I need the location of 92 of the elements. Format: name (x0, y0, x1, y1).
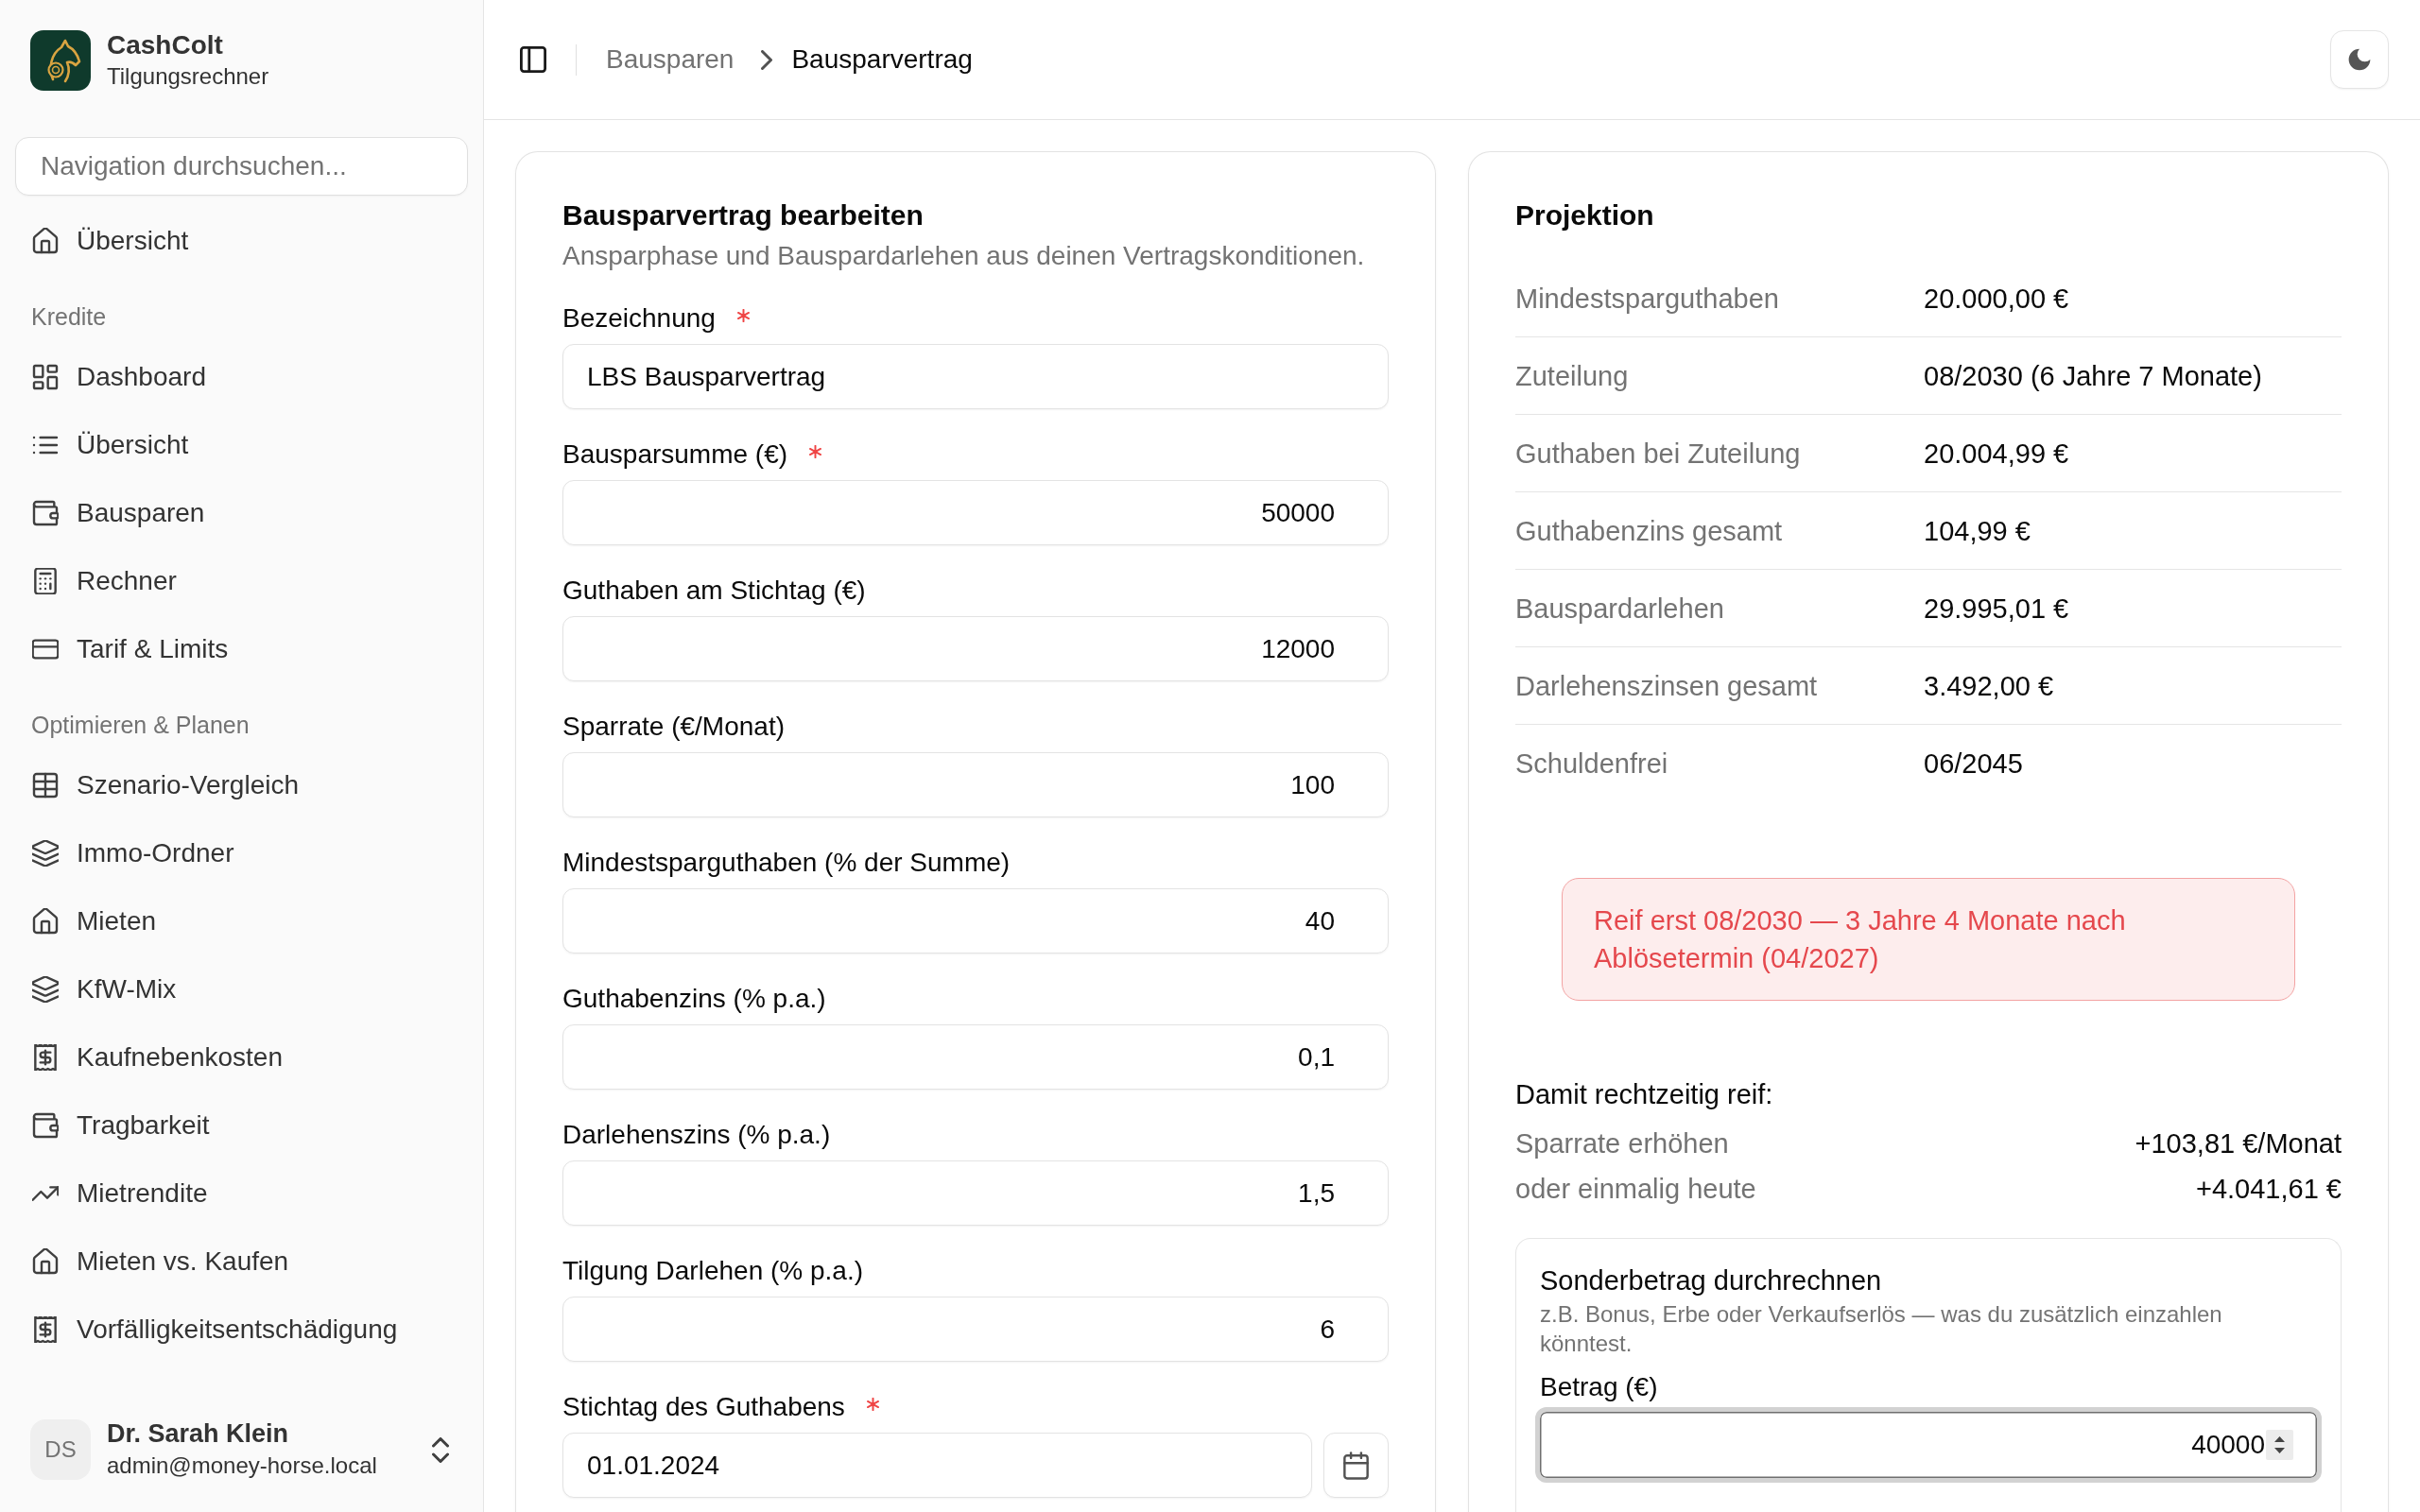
user-email: admin@money-horse.local (107, 1452, 377, 1480)
row-value: 20.004,99 € (1924, 437, 2069, 470)
layers-icon (32, 976, 59, 1003)
row-label: Guthaben bei Zuteilung (1515, 437, 1801, 470)
field-label: Bausparsumme (€) (562, 438, 788, 471)
row-value: 20.000,00 € (1924, 282, 2069, 315)
number-field[interactable]: 40000 (1535, 1407, 2322, 1483)
nav-group-label: Kredite (30, 302, 107, 332)
row-value: 29.995,01 € (1924, 592, 2069, 625)
number-field[interactable]: 50000 (562, 480, 1389, 545)
chevron-up-down-icon[interactable] (432, 1436, 449, 1463)
receipt-icon (32, 1316, 59, 1343)
nav-item[interactable]: Mieten vs. Kaufen (15, 1235, 468, 1288)
nav-item[interactable]: KfW-Mix (15, 963, 468, 1016)
row-label: Mindestsparguthaben (1515, 282, 1779, 315)
number-field[interactable]: 0,1 (562, 1024, 1389, 1090)
nav-item[interactable]: Rechner (15, 555, 468, 608)
receipt-icon (32, 1044, 59, 1071)
field-label: Tilgung Darlehen (% p.a.) (562, 1255, 863, 1287)
row-value: 104,99 € (1924, 514, 2031, 547)
number-field[interactable]: 40 (562, 888, 1389, 954)
chevron-right-icon (761, 49, 773, 70)
user-avatar: DS (30, 1419, 91, 1480)
row-value: 06/2045 (1924, 747, 2023, 780)
card-title: Bausparvertrag bearbeiten (562, 198, 924, 232)
row-label: Schuldenfrei (1515, 747, 1668, 780)
house-icon (32, 228, 59, 254)
nav-item[interactable]: Dashboard (15, 351, 468, 404)
row-label: Guthabenzins gesamt (1515, 514, 1783, 547)
house-icon (32, 908, 59, 935)
panel-description: z.B. Bonus, Erbe oder Verkaufserlös — was du zusätzlich einzahlen könntest. (1540, 1300, 2223, 1358)
dashboard-icon (32, 364, 59, 390)
row-value: +4.041,61 € (2196, 1173, 2342, 1205)
nav-item[interactable]: Tarif & Limits (15, 623, 468, 676)
row-value: 08/2030 (6 Jahre 7 Monate) (1924, 359, 2262, 392)
credit-card-icon (32, 636, 59, 662)
field-label: Betrag (€) (1540, 1371, 1658, 1403)
card-title: Projektion (1515, 198, 1654, 232)
field-label: Stichtag des Guthabens (562, 1391, 845, 1423)
row-value: 3.492,00 € (1924, 669, 2054, 702)
row-value: +103,81 €/Monat (2135, 1127, 2342, 1160)
dark-mode-button[interactable] (2330, 30, 2389, 89)
field-label: Mindestsparguthaben (% der Summe) (562, 847, 1011, 879)
search-field[interactable]: Navigation durchsuchen... (15, 137, 468, 196)
wallet-icon (32, 1112, 59, 1139)
nav-item[interactable]: Bausparen (15, 487, 468, 540)
nav-item[interactable]: Übersicht (15, 215, 468, 267)
house-icon (32, 1248, 59, 1275)
date-field[interactable]: 01.01.2024 (562, 1433, 1312, 1498)
nav-item[interactable]: Szenario-Vergleich (15, 759, 468, 812)
app-name: CashColt (107, 30, 223, 60)
warning-alert: Reif erst 08/2030 — 3 Jahre 4 Monate nach Ablösetermin (04/2027) (1562, 878, 2295, 1001)
row-label: oder einmalig heute (1515, 1173, 1756, 1205)
row-label: Zuteilung (1515, 359, 1629, 392)
text-field[interactable]: LBS Bausparvertrag (562, 344, 1389, 409)
app-subtitle: Tilgungsrechner (107, 62, 269, 91)
user-name: Dr. Sarah Klein (107, 1418, 289, 1450)
breadcrumb-link[interactable]: Bausparen (606, 44, 735, 75)
layers-icon (32, 840, 59, 867)
number-field[interactable]: 1,5 (562, 1160, 1389, 1226)
section-heading: Damit rechtzeitig reif: (1515, 1078, 1773, 1110)
nav-item[interactable]: Immo-Ordner (15, 827, 468, 880)
row-label: Bauspardarlehen (1515, 592, 1724, 625)
panel-title: Sonderbetrag durchrechnen (1540, 1264, 1882, 1297)
nav-item[interactable]: Kaufnebenkosten (15, 1031, 468, 1084)
moon-icon (2348, 48, 2371, 71)
table-icon (32, 772, 59, 799)
nav-group-label: Optimieren & Planen (30, 711, 250, 740)
spinner-icon[interactable] (2266, 1430, 2293, 1460)
nav-item[interactable]: Tragbarkeit (15, 1099, 468, 1152)
field-label: Guthaben am Stichtag (€) (562, 575, 866, 607)
field-label: Sparrate (€/Monat) (562, 711, 785, 743)
nav-item[interactable]: Übersicht (15, 419, 468, 472)
field-label: Bezeichnung (562, 302, 716, 335)
breadcrumb-current: Bausparvertrag (791, 44, 973, 75)
sidebar-toggle-icon[interactable] (520, 46, 546, 73)
number-field[interactable]: 6 (562, 1297, 1389, 1362)
calculator-icon (32, 568, 59, 594)
calendar-button[interactable] (1323, 1433, 1389, 1498)
nav-item[interactable]: Mietrendite (15, 1167, 468, 1220)
nav-item[interactable]: Vorfälligkeitsentschädigung (15, 1303, 468, 1356)
horse-logo (30, 30, 91, 91)
card-subtitle: Ansparphase und Bauspardarlehen aus deinen Vertragskonditionen. (562, 240, 1365, 272)
row-label: Sparrate erhöhen (1515, 1127, 1729, 1160)
wallet-icon (32, 500, 59, 526)
nav-item[interactable]: Mieten (15, 895, 468, 948)
number-field[interactable]: 100 (562, 752, 1389, 817)
field-label: Guthabenzins (% p.a.) (562, 983, 826, 1015)
row-label: Darlehenszinsen gesamt (1515, 669, 1818, 702)
calendar-icon (1343, 1451, 1369, 1480)
number-field[interactable]: 12000 (562, 616, 1389, 681)
field-label: Darlehenszins (% p.a.) (562, 1119, 831, 1151)
